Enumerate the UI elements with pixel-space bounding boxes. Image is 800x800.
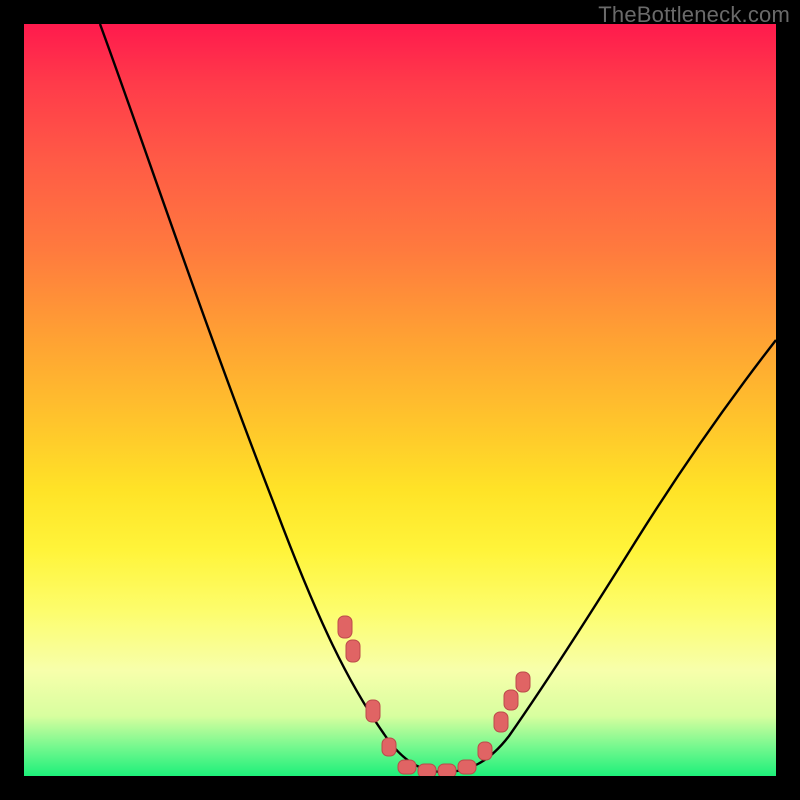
bead [478,742,492,760]
bead [516,672,530,692]
bead [418,764,436,776]
chart-area [24,24,776,776]
bead [504,690,518,710]
curve-right-arm [444,340,776,772]
bead [458,760,476,774]
bead [338,616,352,638]
bead [382,738,396,756]
bead [398,760,416,774]
bead [494,712,508,732]
marker-beads [338,616,530,776]
bead [366,700,380,722]
bead [438,764,456,776]
bottleneck-curve [24,24,776,776]
curve-left-arm [100,24,444,772]
bead [346,640,360,662]
watermark-text: TheBottleneck.com [598,2,790,28]
